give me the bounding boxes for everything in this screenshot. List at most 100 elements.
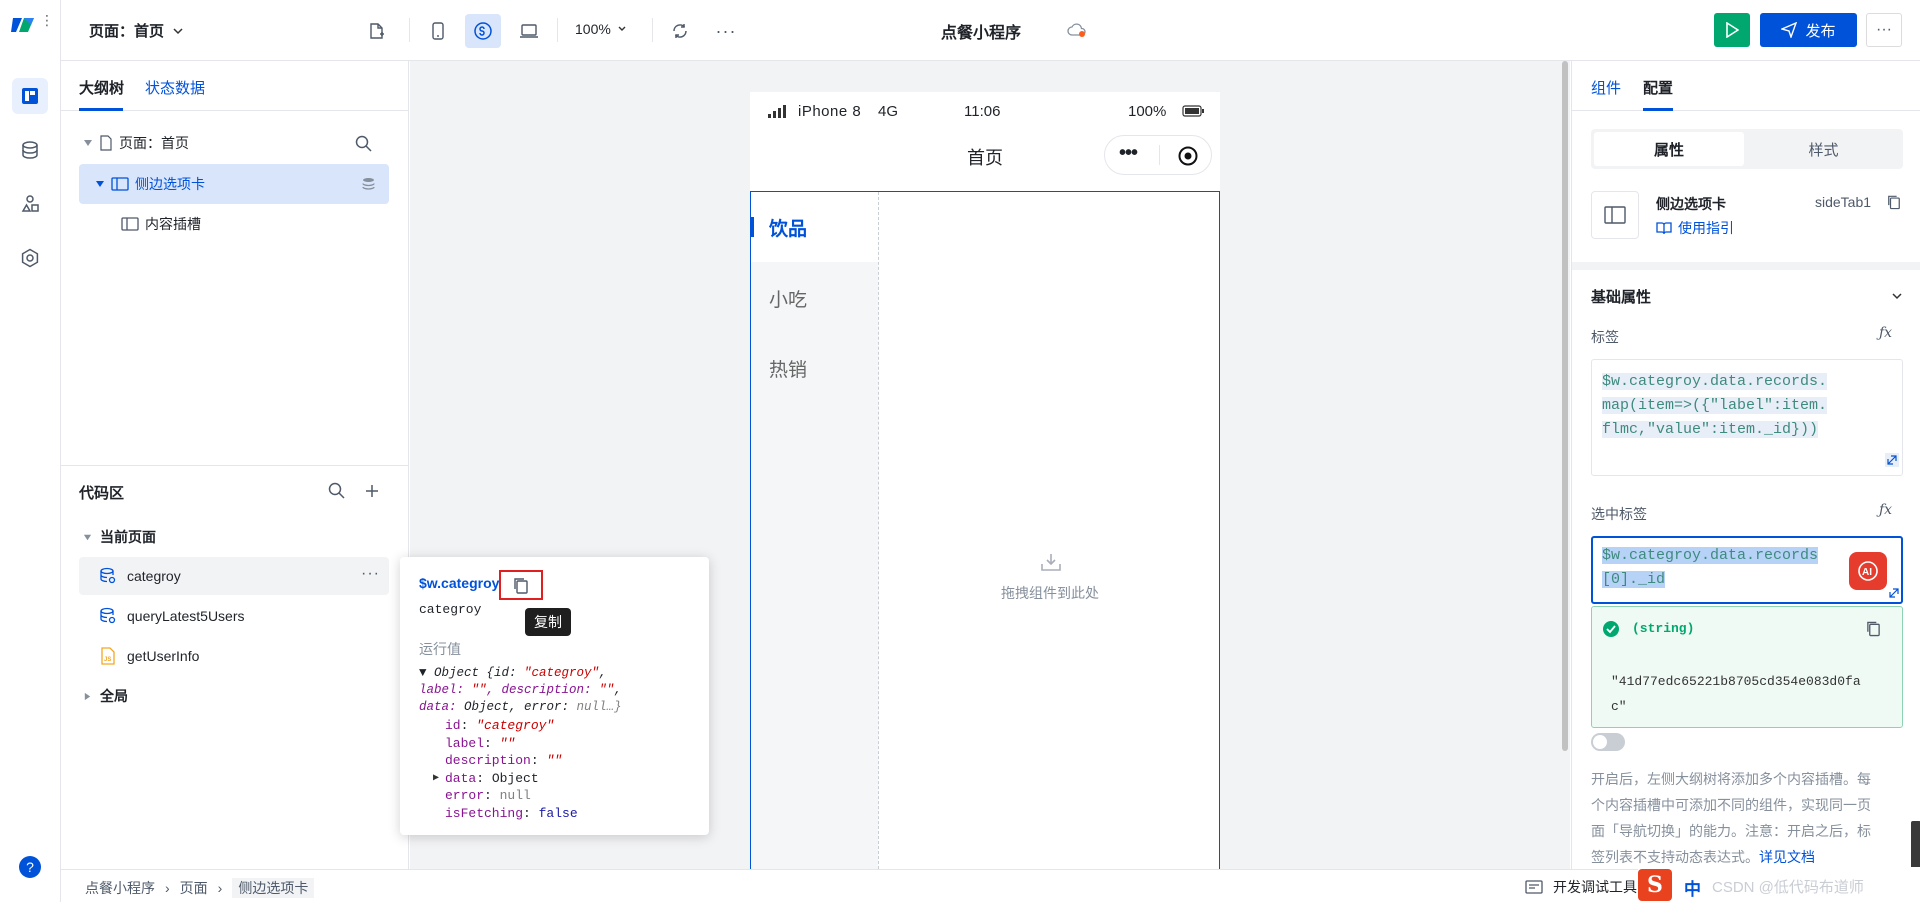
expand-caret-icon[interactable]: ▶ <box>433 770 439 788</box>
object-summary[interactable]: ▼ Object {id: "categroy", label: "", des… <box>419 665 699 716</box>
object-field-row: label: "" <box>445 735 516 751</box>
code-item-label: queryLatest5Users <box>127 608 245 624</box>
tab-config[interactable]: 配置 <box>1643 77 1673 98</box>
zoom-select[interactable]: 100% <box>575 21 627 37</box>
drop-hint: 拖拽组件到此处 <box>1001 585 1099 601</box>
capsule-button[interactable]: ••• <box>1104 135 1212 175</box>
segment-style[interactable]: 样式 <box>1747 132 1900 166</box>
help-icon[interactable]: ? <box>19 856 41 878</box>
add-page-icon[interactable] <box>361 16 391 46</box>
database-icon[interactable] <box>12 132 48 168</box>
battery-icon <box>1182 105 1204 117</box>
sidetab-component[interactable]: 饮品 小吃 热销 拖拽组件到此处 <box>750 191 1220 869</box>
object-field-row: description: "" <box>445 753 563 769</box>
query-db-icon <box>100 607 116 624</box>
breadcrumb: 点餐小程序 › 页面 › 侧边选项卡 <box>85 878 315 898</box>
outline-layout-icon[interactable] <box>12 78 48 114</box>
left-panel: 大纲树 状态数据 页面：首页 侧边选项卡 内容插槽 代码区 当前页面 categ… <box>61 61 409 869</box>
search-icon[interactable] <box>328 482 345 499</box>
more-menu-button[interactable]: ··· <box>1866 13 1902 47</box>
tree-row-sidetab[interactable]: 侧边选项卡 <box>79 164 389 204</box>
variable-popover: $w.categroy 复制 categroy 运行值 ▼ Object {id… <box>400 557 709 835</box>
refresh-icon[interactable] <box>665 16 695 46</box>
section-basic-props[interactable]: 基础属性 <box>1591 281 1903 311</box>
breadcrumb-separator-icon: › <box>165 880 170 896</box>
label-expression-editor[interactable]: $w.categroy.data.records. map(item=>({"l… <box>1591 359 1903 476</box>
breadcrumb-item-current[interactable]: 侧边选项卡 <box>232 878 315 898</box>
miniprogram-view-icon[interactable] <box>465 14 501 48</box>
ime-mode[interactable]: 中 <box>1684 875 1701 900</box>
object-field-row[interactable]: ▶ data: Object <box>433 770 695 788</box>
fx-icon[interactable]: ƒx <box>1879 325 1892 341</box>
breadcrumb-item[interactable]: 页面 <box>180 878 208 898</box>
search-icon[interactable] <box>355 135 372 152</box>
mobile-view-icon[interactable] <box>422 16 454 46</box>
copy-icon[interactable] <box>1866 620 1881 637</box>
code-item-getUserInfo[interactable]: JS getUserInfo <box>79 637 389 675</box>
field-value: null <box>499 788 531 804</box>
capsule-more-icon[interactable]: ••• <box>1119 142 1138 165</box>
query-db-icon <box>100 567 116 584</box>
code-item-categroy[interactable]: categroy ··· <box>79 557 389 595</box>
copy-icon[interactable] <box>1887 194 1901 210</box>
object-field-row: error: null <box>445 788 531 804</box>
more-dots-icon[interactable]: ⋮ <box>40 13 54 27</box>
sidetab-item-active[interactable]: 饮品 <box>751 192 878 262</box>
component-thumbnail <box>1591 191 1639 239</box>
settings-icon[interactable] <box>12 240 48 276</box>
runtime-label: 运行值 <box>419 641 461 657</box>
object-field-row: id: "categroy" <box>445 718 555 733</box>
components-icon[interactable] <box>12 186 48 222</box>
chevron-down-icon <box>173 27 183 34</box>
copy-button[interactable] <box>499 570 543 600</box>
status-time: 11:06 <box>964 103 1001 120</box>
code-group-current-page[interactable]: 当前页面 <box>83 527 156 547</box>
tab-components[interactable]: 组件 <box>1591 77 1621 98</box>
run-preview-button[interactable] <box>1714 13 1750 47</box>
tab-outline[interactable]: 大纲树 <box>79 77 124 98</box>
svg-text:AI: AI <box>1862 567 1872 578</box>
battery-percent: 100% <box>1128 103 1167 120</box>
send-icon <box>1781 22 1798 38</box>
usage-guide-link[interactable]: 使用指引 <box>1656 218 1734 238</box>
multi-slot-toggle[interactable] <box>1591 733 1625 751</box>
ai-assistant-icon[interactable]: AI <box>1849 552 1887 590</box>
app-logo-icon[interactable] <box>10 14 36 36</box>
expand-icon[interactable] <box>1887 586 1901 600</box>
tab-state-data[interactable]: 状态数据 <box>145 77 205 98</box>
more-horizontal-icon[interactable]: ··· <box>361 565 380 583</box>
code-item-queryLatest5Users[interactable]: queryLatest5Users <box>79 597 389 635</box>
selected-expression-editor[interactable]: $w.categroy.data.records [0]._id AI <box>1591 536 1903 604</box>
tree-label: 侧边选项卡 <box>135 176 205 192</box>
sogou-ime-icon[interactable]: S <box>1638 869 1672 901</box>
sidetab-item[interactable]: 热销 <box>769 355 807 382</box>
carrier: iPhone 8 <box>798 103 862 120</box>
docs-link[interactable]: 详见文档 <box>1759 849 1815 865</box>
field-key: label <box>445 735 485 751</box>
tree-row-slot[interactable]: 内容插槽 <box>79 204 389 244</box>
fx-icon[interactable]: ƒx <box>1879 502 1892 518</box>
sidetab-item[interactable]: 小吃 <box>769 285 807 312</box>
publish-button[interactable]: 发布 <box>1760 13 1857 47</box>
pc-view-icon[interactable] <box>512 16 546 46</box>
activity-rail: ⋮ ? <box>0 0 61 902</box>
page-selector[interactable]: 页面：首页 <box>89 20 184 41</box>
tree-row-page[interactable]: 页面：首页 <box>79 123 389 163</box>
drop-target-icon <box>1041 554 1061 571</box>
capsule-close-icon[interactable] <box>1177 145 1199 167</box>
devtools-button[interactable]: 开发调试工具 <box>1525 877 1637 897</box>
breadcrumb-item[interactable]: 点餐小程序 <box>85 878 155 898</box>
add-icon[interactable] <box>365 484 379 498</box>
canvas-scrollbar[interactable] <box>1562 61 1568 751</box>
signal-icon <box>768 105 786 118</box>
status-bar: 点餐小程序 › 页面 › 侧边选项卡 开发调试工具 S 中 CSDN @低代码布… <box>61 867 1920 902</box>
page-icon <box>100 135 112 151</box>
copy-tooltip: 复制 <box>525 608 571 636</box>
more-horizontal-icon[interactable]: ··· <box>711 16 741 46</box>
breadcrumb-separator-icon: › <box>217 880 223 896</box>
expand-icon[interactable] <box>1885 453 1899 467</box>
segment-props[interactable]: 属性 <box>1594 132 1744 166</box>
cloud-sync-icon <box>1067 22 1087 38</box>
side-widget-handle[interactable] <box>1911 821 1920 869</box>
code-group-global[interactable]: 全局 <box>83 686 128 706</box>
